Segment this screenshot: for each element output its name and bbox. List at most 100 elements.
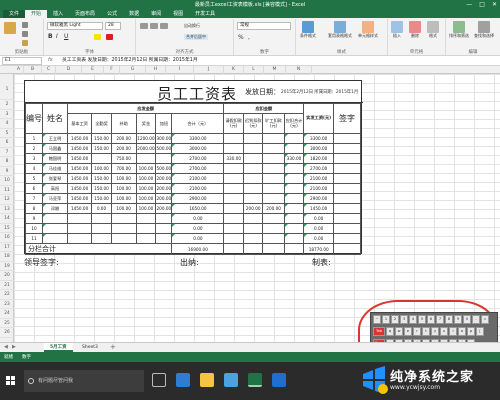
formula-input[interactable]: 员工工资表 发放日期：2015年2月12日 所属日期：2015年1月 bbox=[60, 57, 496, 65]
cell-full-attendance[interactable]: 0.00 bbox=[91, 203, 112, 214]
cell-overtime[interactable]: 500.00 bbox=[155, 143, 173, 154]
header-total[interactable]: 合计（元） bbox=[171, 113, 225, 134]
cell-total[interactable]: 3300.00 bbox=[171, 133, 225, 144]
row-header[interactable]: 20 bbox=[0, 271, 14, 281]
cell-sign[interactable] bbox=[333, 133, 361, 144]
cell-absent[interactable] bbox=[262, 153, 285, 164]
tab-developer[interactable]: 开发工具 bbox=[189, 10, 221, 18]
font-size-select[interactable]: 28 bbox=[105, 22, 121, 30]
cell-absent[interactable] bbox=[262, 213, 285, 224]
row-header[interactable]: 3 bbox=[0, 110, 14, 119]
cell-absent[interactable] bbox=[262, 223, 285, 234]
cell-index[interactable]: 11 bbox=[25, 233, 43, 244]
cell-sign[interactable] bbox=[333, 163, 361, 174]
keyboard-key[interactable]: p bbox=[467, 327, 475, 336]
add-sheet-button[interactable]: + bbox=[110, 343, 116, 351]
cell-leave[interactable] bbox=[223, 173, 244, 184]
header-sign[interactable]: 签字 bbox=[333, 103, 361, 134]
keyboard-key[interactable]: o bbox=[458, 327, 466, 336]
cell-bonus[interactable]: 100.00 bbox=[135, 193, 157, 204]
cell-base[interactable]: 1450.00 bbox=[66, 133, 93, 144]
cell-subsidy[interactable]: 100.00 bbox=[110, 173, 137, 184]
cell-overtime[interactable]: 300.00 bbox=[155, 133, 173, 144]
header-bonus[interactable]: 奖金 bbox=[135, 113, 157, 134]
cell-sign[interactable] bbox=[333, 223, 361, 234]
cell-late[interactable] bbox=[242, 213, 264, 224]
sheet-title-row[interactable]: 员工工资表 发放日期： 2015年2月12日 所属日期：2015年1月 bbox=[25, 81, 363, 103]
column-header[interactable]: E bbox=[82, 66, 104, 74]
cell-index[interactable]: 9 bbox=[25, 213, 43, 224]
copy-button[interactable] bbox=[22, 31, 28, 37]
next-sheet-icon[interactable]: ▶ bbox=[12, 344, 16, 350]
cell-sign[interactable] bbox=[333, 153, 361, 164]
table-cell[interactable] bbox=[283, 243, 305, 255]
cell-leave[interactable] bbox=[223, 183, 244, 194]
excel-taskbar-icon[interactable] bbox=[248, 373, 262, 387]
row-header[interactable]: 6 bbox=[0, 138, 14, 148]
cell-net[interactable]: 1450.00 bbox=[303, 203, 335, 214]
keyboard-key[interactable]: 1 bbox=[382, 315, 390, 324]
cell-bonus[interactable]: 100.00 bbox=[135, 183, 157, 194]
keyboard-key[interactable]: q bbox=[386, 327, 394, 336]
cell-overtime[interactable]: 200.00 bbox=[155, 173, 173, 184]
cell-style-button[interactable]: 单元格样式 bbox=[358, 21, 378, 39]
cell-name[interactable]: 马佳维 bbox=[42, 163, 68, 174]
cell-absent[interactable] bbox=[262, 163, 285, 174]
edge-browser-icon[interactable] bbox=[176, 373, 190, 387]
cell-overtime[interactable] bbox=[155, 223, 173, 234]
tab-review[interactable]: 审阅 bbox=[145, 10, 167, 18]
cell-sign[interactable] bbox=[333, 173, 361, 184]
cell-total[interactable]: 2100.00 bbox=[171, 183, 225, 194]
row-header[interactable]: 13 bbox=[0, 205, 14, 214]
cell-absent[interactable] bbox=[262, 173, 285, 184]
cell-index[interactable]: 7 bbox=[25, 193, 43, 204]
cell-late[interactable] bbox=[242, 153, 264, 164]
row-header[interactable]: 5 bbox=[0, 129, 14, 138]
cell-sign[interactable] bbox=[333, 183, 361, 194]
cell-late[interactable] bbox=[242, 163, 264, 174]
row-header[interactable]: 23 bbox=[0, 300, 14, 309]
column-header[interactable]: A bbox=[14, 66, 24, 74]
cell-full-attendance[interactable]: 150.00 bbox=[91, 193, 112, 204]
keyboard-key[interactable]: e bbox=[404, 327, 412, 336]
cell-leave[interactable]: 330.00 bbox=[223, 153, 244, 164]
keyboard-key[interactable]: u bbox=[440, 327, 448, 336]
find-select-button[interactable]: 查找和选择 bbox=[474, 21, 494, 39]
cell-full-attendance[interactable] bbox=[91, 233, 112, 244]
keyboard-key[interactable]: Tab bbox=[373, 327, 385, 336]
table-cell[interactable] bbox=[242, 243, 264, 255]
name-box[interactable]: E1 bbox=[2, 57, 42, 65]
cell-late[interactable] bbox=[242, 133, 264, 144]
keyboard-key[interactable]: 6 bbox=[427, 315, 435, 324]
cell-full-attendance[interactable]: 150.00 bbox=[91, 143, 112, 154]
cell-total[interactable]: 2700.00 bbox=[171, 163, 225, 174]
insert-cells-button[interactable]: 插入 bbox=[391, 21, 403, 39]
column-header[interactable]: C bbox=[42, 66, 56, 74]
cell-subsidy[interactable]: 100.00 bbox=[110, 203, 137, 214]
cell-absent[interactable]: 200.00 bbox=[262, 203, 285, 214]
column-header[interactable]: J bbox=[194, 66, 224, 74]
cell-subsidy[interactable] bbox=[110, 213, 137, 224]
table-cell[interactable] bbox=[333, 243, 361, 255]
cell-overtime[interactable]: 200.00 bbox=[155, 183, 173, 194]
cell-leave[interactable] bbox=[223, 143, 244, 154]
header-base[interactable]: 基本工资 bbox=[66, 113, 93, 134]
table-format-button[interactable]: 套用表格格式 bbox=[328, 21, 352, 39]
cell-full-attendance[interactable]: 150.00 bbox=[91, 173, 112, 184]
table-cell[interactable] bbox=[262, 243, 285, 255]
paste-button[interactable] bbox=[4, 22, 16, 34]
header-late[interactable]: 迟到扣款(元) bbox=[242, 113, 264, 134]
cell-index[interactable]: 10 bbox=[25, 223, 43, 234]
cell-full-attendance[interactable] bbox=[91, 213, 112, 224]
cell-deduct-total[interactable] bbox=[283, 183, 305, 194]
tab-file[interactable]: 文件 bbox=[3, 10, 26, 18]
header-full-attendance[interactable]: 全勤奖 bbox=[91, 113, 112, 134]
column-header[interactable]: D bbox=[56, 66, 82, 74]
cell-overtime[interactable]: 200.00 bbox=[155, 193, 173, 204]
cell-name[interactable] bbox=[42, 213, 68, 224]
cell-name[interactable]: 高阳 bbox=[42, 183, 68, 194]
row-header[interactable]: 15 bbox=[0, 224, 14, 233]
cell-base[interactable]: 1450.00 bbox=[66, 193, 93, 204]
cell-deduct-total[interactable]: 330.00 bbox=[283, 153, 305, 164]
cell-overtime[interactable] bbox=[155, 233, 173, 244]
